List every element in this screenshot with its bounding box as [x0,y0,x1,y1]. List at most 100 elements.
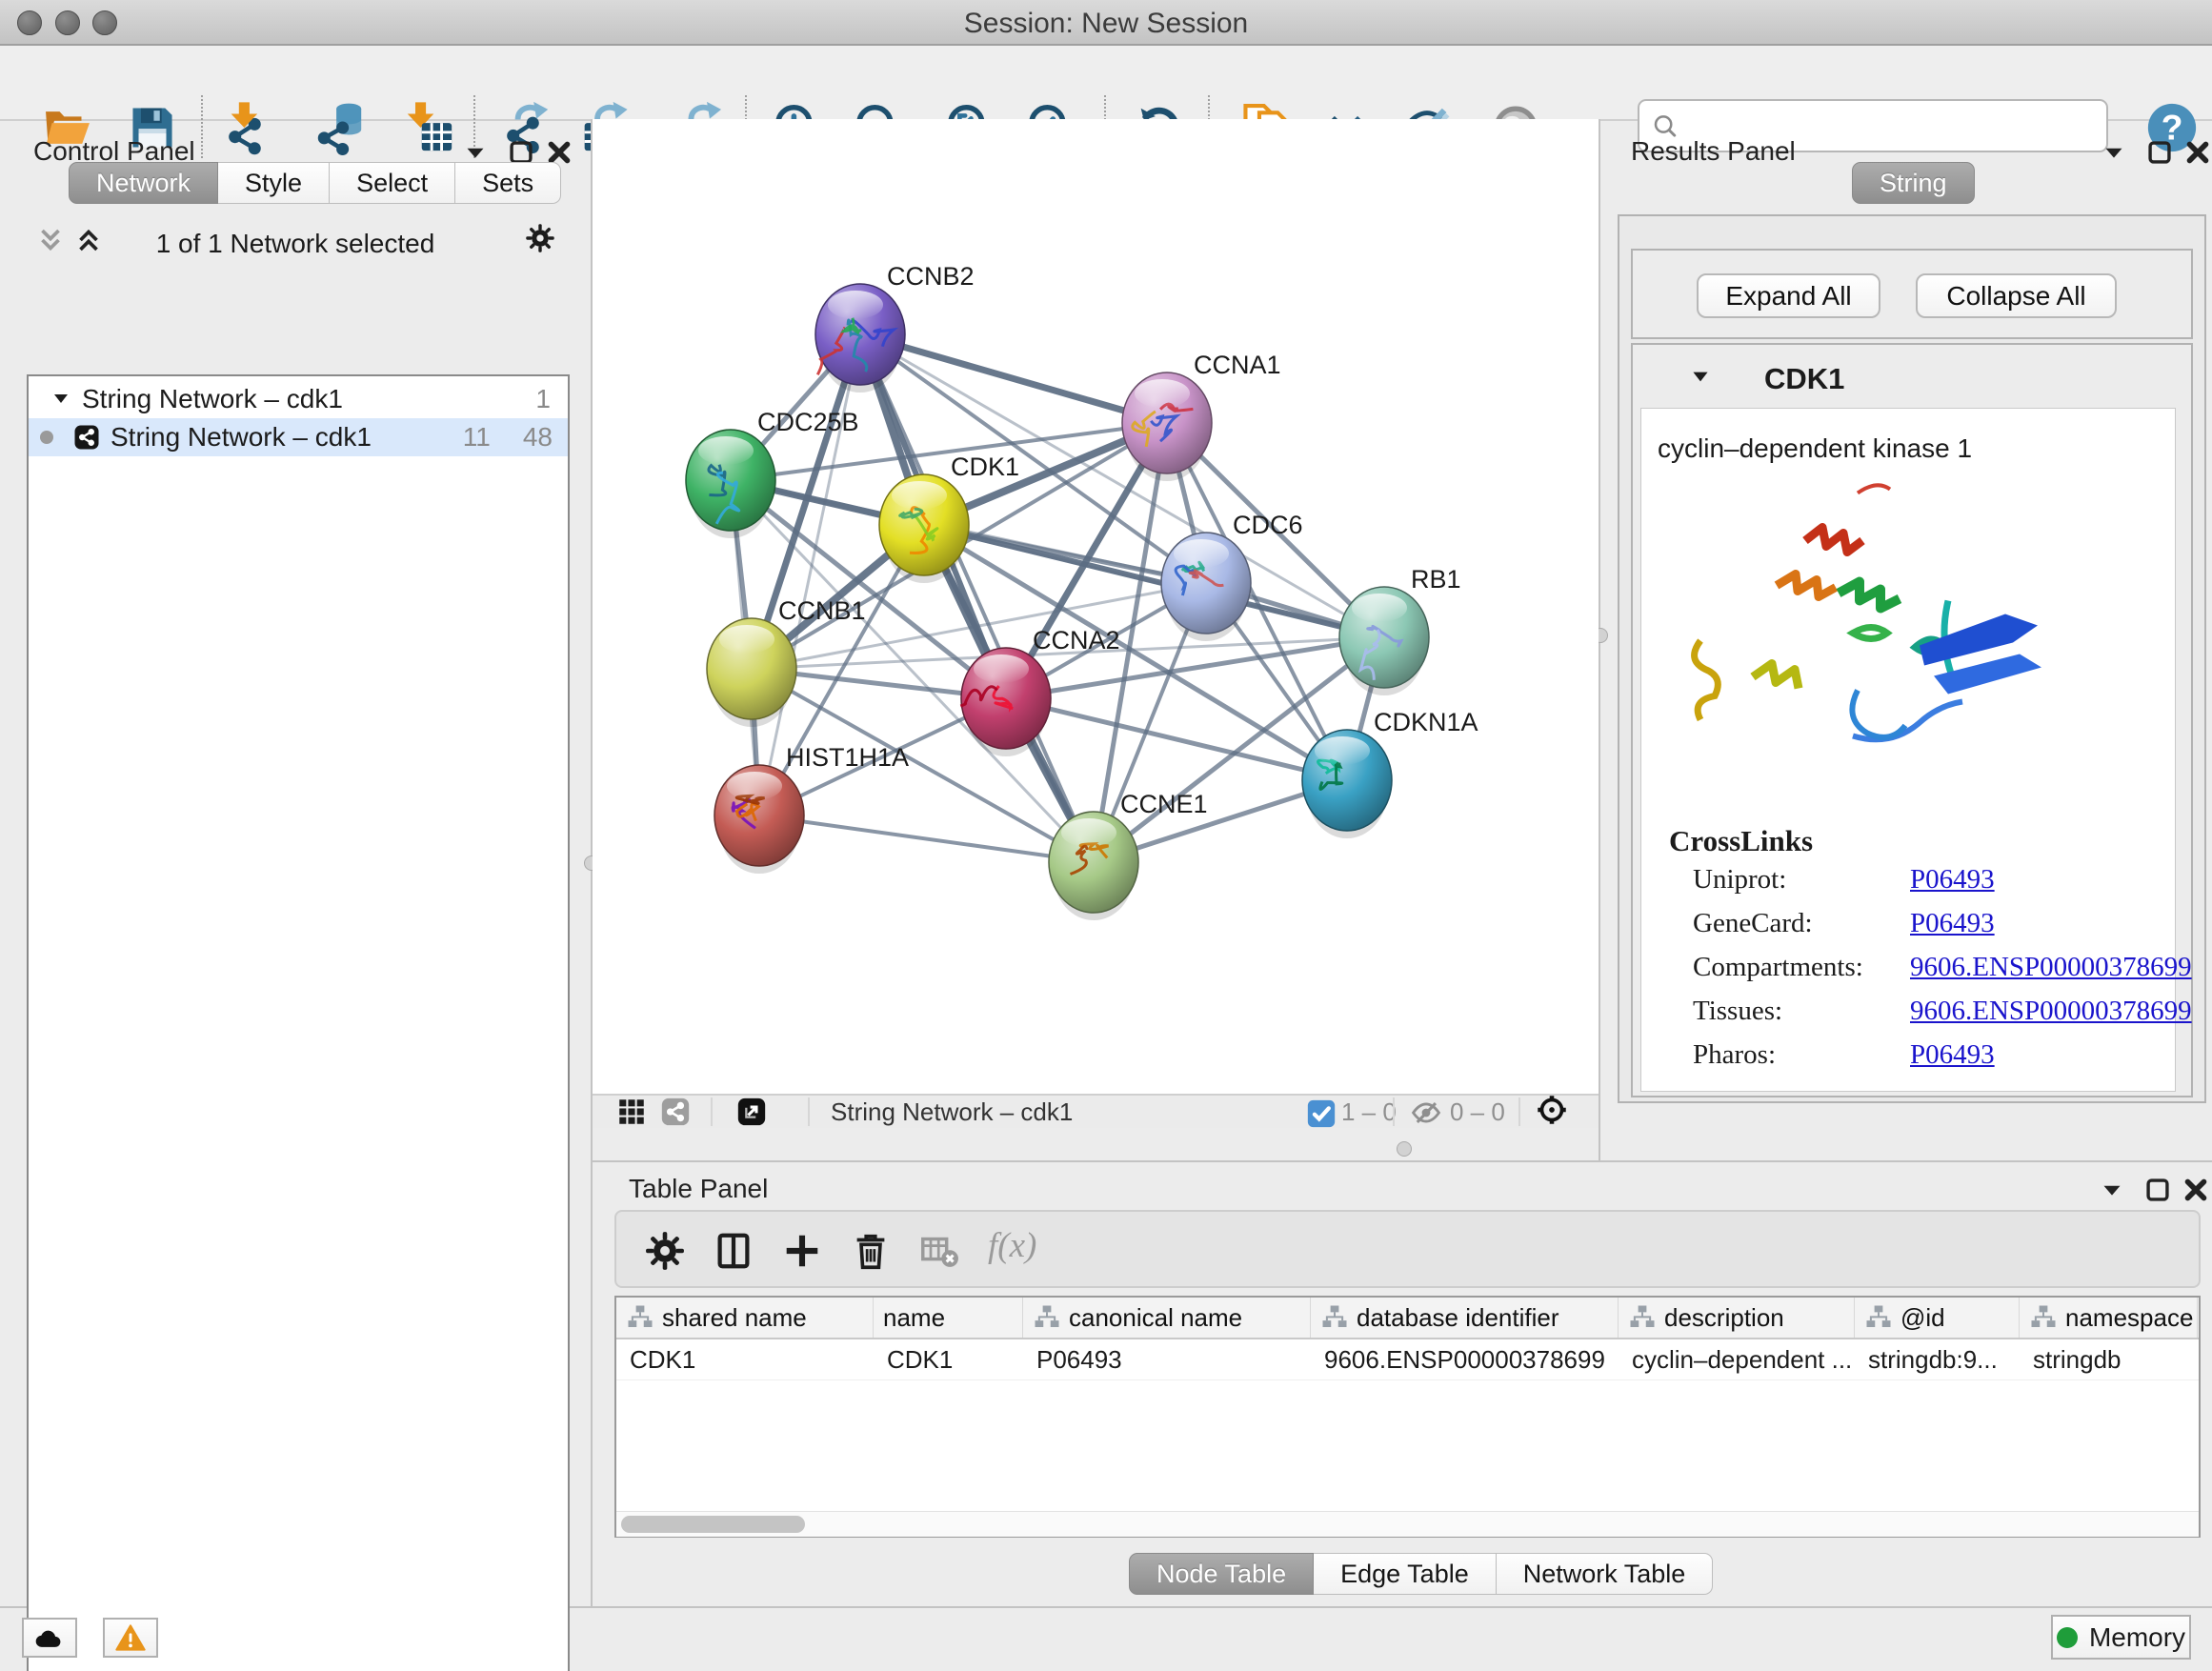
node-label: CDKN1A [1374,708,1478,736]
column-header-name[interactable]: name [874,1298,1023,1338]
gear-icon[interactable] [524,222,556,254]
crosslink-label: Compartments: [1693,952,1863,982]
hidden-counts: 0 – 0 [1450,1097,1505,1127]
node-label: HIST1H1A [786,743,909,772]
tab-sets[interactable]: Sets [455,162,561,204]
node-label: CDC25B [757,408,859,436]
hscrollbar-thumb[interactable] [621,1516,805,1533]
network-node-CDK1[interactable]: CDK1 [879,453,1019,583]
network-canvas[interactable]: CCNB2 CCNA1 CDC25B CDK1 CDC6 RB1 CCNB1 CCNA2 CDK… [593,119,1599,1094]
crosslink-compartments[interactable]: 9606.ENSP00000378699 [1910,952,2192,983]
table-gear-icon[interactable] [643,1229,687,1273]
birds-eye-toggle-icon[interactable] [1536,1094,1572,1130]
table-panel-tabs: Node TableEdge TableNetwork Table [1129,1553,1713,1595]
network-view-toolbar: String Network – cdk1 1 – 0 0 – 0 [593,1094,1599,1128]
warning-status-button[interactable] [103,1618,158,1658]
network-graph[interactable]: CCNB2 CCNA1 CDC25B CDK1 CDC6 RB1 CCNB1 CCNA2 CDK… [593,119,1599,1094]
column-label: database identifier [1357,1303,1558,1333]
maximize-panel-icon[interactable] [2143,136,2176,169]
delete-table-icon[interactable] [917,1229,961,1273]
close-panel-icon[interactable] [2180,1174,2212,1206]
node-table: shared namenamecanonical name database id… [614,1296,2201,1538]
network-row-selected[interactable]: String Network – cdk1 11 48 [29,418,568,456]
column-label: @id [1900,1303,1945,1333]
main-toolbar: ? [0,46,2212,121]
show-columns-icon[interactable] [712,1229,755,1273]
node-label: CCNB2 [887,262,975,291]
toolbar-separator [711,1097,713,1126]
table-cell[interactable]: cyclin–dependent ... [1619,1339,1855,1379]
tab-edge-table[interactable]: Edge Table [1314,1553,1497,1595]
tab-network-table[interactable]: Network Table [1497,1553,1714,1595]
column-header-canonical-name[interactable]: canonical name [1023,1298,1311,1338]
node-label: CCNE1 [1120,790,1208,818]
node-label: CDC6 [1233,511,1303,539]
table-hscrollbar[interactable] [616,1511,2199,1537]
crosslink-genecard[interactable]: P06493 [1910,908,1995,939]
maximize-panel-icon[interactable] [2142,1174,2174,1206]
network-node-CCNE1[interactable]: CCNE1 [1049,790,1208,920]
toolbar-separator [1518,1097,1520,1126]
detach-view-icon[interactable] [735,1096,768,1128]
delete-column-icon[interactable] [849,1229,893,1273]
collapse-all-tree-icon[interactable] [72,224,105,256]
crosslink-tissues[interactable]: 9606.ENSP00000378699 [1910,996,2192,1027]
network-label: String Network – cdk1 [111,422,372,453]
memory-button[interactable]: Memory [2051,1615,2191,1660]
tree-expand-icon[interactable] [50,388,72,411]
tab-node-table[interactable]: Node Table [1129,1553,1314,1595]
network-node-CCNA1[interactable]: CCNA1 [1122,351,1281,481]
cloud-status-button[interactable] [22,1618,77,1658]
float-panel-icon[interactable] [2098,136,2130,169]
current-network-dot [40,431,53,444]
network-node-RB1[interactable]: RB1 [1339,565,1461,695]
network-collection-row[interactable]: String Network – cdk1 1 [29,380,568,418]
table-row[interactable]: CDK1CDK1P064939606.ENSP00000378699cyclin… [616,1339,2199,1380]
table-cell[interactable]: CDK1 [616,1339,874,1379]
toolbar-separator [1393,1097,1395,1126]
node-label: CCNA1 [1194,351,1281,379]
section-collapse-icon[interactable] [1688,365,1713,390]
network-edge [759,815,1094,862]
memory-label: Memory [2089,1622,2185,1653]
table-cell[interactable]: stringdb:9... [1855,1339,2020,1379]
table-cell[interactable]: 9606.ENSP00000378699 [1311,1339,1619,1379]
column-header-database-identifier[interactable]: database identifier [1311,1298,1619,1338]
selected-counts: 1 – 0 [1341,1097,1397,1127]
column-header-id[interactable]: @id [1855,1298,2020,1338]
network-node-CCNB2[interactable]: CCNB2 [815,262,975,393]
collapse-all-button[interactable]: Collapse All [1916,273,2117,318]
tab-string[interactable]: String [1852,162,1975,204]
column-header-shared-name[interactable]: shared name [616,1298,874,1338]
network-overview-icon[interactable] [659,1096,692,1128]
tab-style[interactable]: Style [218,162,330,204]
splitter-handle[interactable] [1397,1141,1412,1157]
toolbar-separator [808,1097,810,1126]
network-node-HIST1H1A[interactable]: HIST1H1A [714,743,909,874]
close-panel-icon[interactable] [2182,136,2212,169]
node-label: CDK1 [951,453,1019,481]
crosslink-row: Pharos:P06493 [1693,1039,1776,1071]
network-node-CCNB1[interactable]: CCNB1 [707,596,866,727]
grid-view-icon[interactable] [615,1096,648,1128]
node-count: 11 [463,422,491,453]
column-header-namespace[interactable]: namespace [2020,1298,2198,1338]
tab-network[interactable]: Network [69,162,218,204]
network-node-CDC25B[interactable]: CDC25B [686,408,859,538]
crosslink-row: Compartments:9606.ENSP00000378699 [1693,952,1863,983]
add-column-icon[interactable] [780,1229,824,1273]
network-node-CDC6[interactable]: CDC6 [1161,511,1303,641]
column-header-description[interactable]: description [1619,1298,1855,1338]
expand-all-button[interactable]: Expand All [1697,273,1880,318]
selected-checkbox-icon[interactable] [1305,1097,1332,1124]
tab-select[interactable]: Select [330,162,455,204]
node-label: CCNA2 [1033,626,1120,654]
table-cell[interactable]: CDK1 [874,1339,1023,1379]
expand-all-tree-icon[interactable] [34,224,67,256]
network-node-CDKN1A[interactable]: CDKN1A [1302,708,1478,838]
table-cell[interactable]: P06493 [1023,1339,1311,1379]
table-cell[interactable]: stringdb [2020,1339,2198,1379]
crosslink-uniprot[interactable]: P06493 [1910,864,1995,896]
crosslink-pharos[interactable]: P06493 [1910,1039,1995,1071]
float-panel-icon[interactable] [2096,1174,2128,1206]
